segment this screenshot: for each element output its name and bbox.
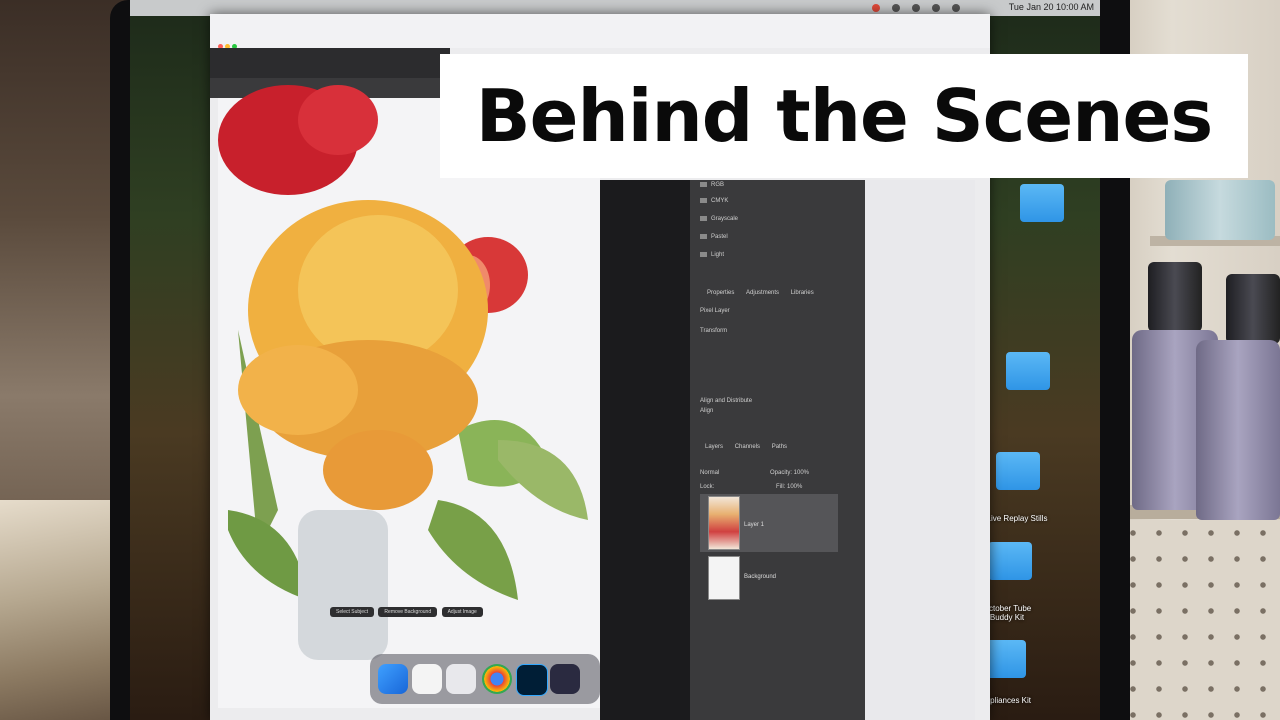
pegboard [1120, 520, 1280, 720]
desktop-folder-label[interactable]: Live Replay Stills [982, 514, 1052, 523]
panel-dock: RGB CMYK Grayscale Pastel Light Properti… [690, 180, 865, 720]
properties-tab-bar: Properties Adjustments Libraries [702, 288, 819, 298]
photoshop-icon[interactable] [516, 664, 548, 696]
remove-background-button[interactable]: Remove Background [378, 607, 438, 617]
wifi-icon[interactable] [912, 4, 920, 12]
fill-field[interactable]: Fill: 100% [776, 484, 802, 490]
align-label: Align [700, 408, 714, 414]
bottle-cap [1148, 262, 1202, 332]
desktop-folder-icon[interactable] [1006, 352, 1050, 390]
panel-edge [865, 180, 975, 720]
folder-icon [700, 252, 707, 257]
app-icon[interactable] [446, 664, 476, 694]
window-titlebar [210, 14, 990, 49]
calendar-icon[interactable] [412, 664, 442, 694]
folder-icon [700, 182, 707, 187]
lock-label: Lock: [700, 484, 715, 490]
blend-mode-select[interactable]: Normal [700, 470, 719, 476]
folder-icon [700, 198, 707, 203]
desktop-folder-icon[interactable] [988, 542, 1032, 580]
ink-bottle [1165, 180, 1275, 240]
desktop-folder-icon[interactable] [1020, 184, 1064, 222]
chrome-icon[interactable] [482, 664, 512, 694]
opacity-field[interactable]: Opacity: 100% [770, 470, 809, 476]
swatch-folder[interactable]: Pastel [700, 234, 728, 240]
tab-layers[interactable]: Layers [700, 442, 728, 452]
transform-section[interactable]: Transform [700, 328, 727, 334]
finder-icon[interactable] [378, 664, 408, 694]
adjust-image-button[interactable]: Adjust Image [441, 607, 483, 617]
pasteboard [600, 180, 690, 720]
layer-thumbnail [708, 496, 740, 550]
title-text: Behind the Scenes [475, 74, 1213, 158]
swatch-folder[interactable]: CMYK [700, 198, 728, 204]
swatch-folder[interactable]: Light [700, 252, 724, 258]
bottle-cap [1226, 274, 1280, 344]
tab-properties[interactable]: Properties [702, 288, 739, 298]
status-icon[interactable] [892, 4, 900, 12]
pixel-layer-label: Pixel Layer [700, 308, 730, 314]
layer-name[interactable]: Layer 1 [744, 522, 764, 528]
contextual-taskbar: Select Subject Remove Background Adjust … [330, 600, 483, 618]
ink-bottle [1196, 340, 1280, 520]
app-icon[interactable] [550, 664, 580, 694]
folder-icon [700, 234, 707, 239]
title-card: Behind the Scenes [440, 54, 1248, 178]
control-center-icon[interactable] [952, 4, 960, 12]
tab-channels[interactable]: Channels [730, 442, 765, 452]
search-icon[interactable] [932, 4, 940, 12]
tab-paths[interactable]: Paths [767, 442, 792, 452]
layers-tab-bar: Layers Channels Paths [700, 442, 792, 452]
options-bar[interactable] [210, 48, 450, 78]
layer-thumbnail [708, 556, 740, 600]
tab-adjustments[interactable]: Adjustments [741, 288, 784, 298]
menu-bar-clock[interactable]: Tue Jan 20 10:00 AM [1009, 2, 1094, 12]
tab-libraries[interactable]: Libraries [786, 288, 819, 298]
swatch-folder[interactable]: RGB [700, 182, 724, 188]
align-section[interactable]: Align and Distribute [700, 398, 752, 404]
layer-name[interactable]: Background [744, 574, 776, 580]
swatch-folder[interactable]: Grayscale [700, 216, 738, 222]
status-icon[interactable] [872, 4, 880, 12]
folder-icon [700, 216, 707, 221]
select-subject-button[interactable]: Select Subject [330, 607, 374, 617]
desktop-folder-icon[interactable] [996, 452, 1040, 490]
